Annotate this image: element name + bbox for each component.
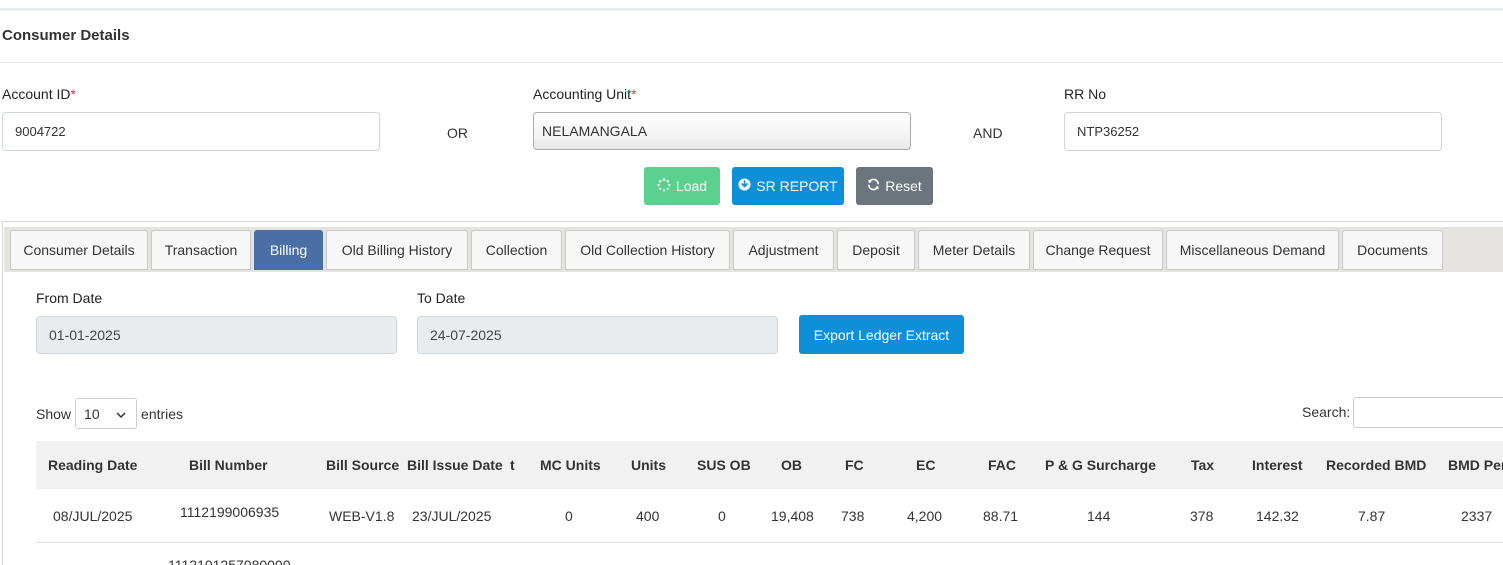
from-date-label: From Date (36, 290, 103, 306)
rr-no-input[interactable]: NTP36252 (1064, 112, 1442, 151)
column-header[interactable]: Tax (1191, 457, 1214, 473)
column-header[interactable]: FAC (988, 457, 1016, 473)
and-label: AND (973, 125, 1003, 141)
rr-no-label: RR No (1064, 86, 1107, 102)
required-mark: * (70, 86, 76, 102)
table-cell: 1112199006935 (180, 504, 280, 520)
entries-value: 10 (84, 405, 100, 422)
search-label: Search: (1302, 404, 1351, 420)
accounting-unit-label-text: Accounting Unit (533, 86, 632, 102)
column-header[interactable]: Units (631, 457, 666, 473)
table-cell: 4,200 (907, 508, 943, 524)
to-date-label: To Date (417, 290, 466, 306)
section-title: Consumer Details (2, 27, 130, 44)
row-divider (36, 542, 1503, 543)
account-id-label-text: Account ID (2, 86, 71, 102)
accounting-unit-select[interactable]: NELAMANGALA (533, 112, 911, 150)
sr-report-button-label: SR REPORT (756, 178, 838, 194)
tab-old-collection-history[interactable]: Old Collection History (565, 230, 730, 270)
table-cell: 7.87 (1358, 508, 1386, 524)
entries-select[interactable]: 10 (75, 398, 138, 429)
column-header[interactable]: Bill Issue Date (407, 457, 503, 473)
tab-collection[interactable]: Collection (471, 230, 562, 270)
table-cell: 23/JUL/2025 (412, 508, 492, 524)
tab-billing[interactable]: Billing (254, 230, 323, 270)
table-cell: 0 (565, 508, 573, 524)
table-cell: 1112101257080000 (168, 557, 291, 565)
tab-adjustment[interactable]: Adjustment (733, 230, 834, 270)
tab-miscellaneous-demand[interactable]: Miscellaneous Demand (1166, 230, 1339, 270)
reset-button-label: Reset (885, 178, 922, 194)
to-date-input[interactable]: 24-07-2025 (417, 316, 778, 354)
table-cell: 08/JUL/2025 (53, 508, 133, 524)
refresh-icon (867, 178, 880, 194)
table-cell: 738 (841, 508, 865, 524)
from-date-input[interactable]: 01-01-2025 (36, 316, 397, 354)
table-cell: 0 (718, 508, 726, 524)
tab-deposit[interactable]: Deposit (837, 230, 915, 270)
account-id-label: Account ID* (2, 86, 76, 102)
export-ledger-button[interactable]: Export Ledger Extract (799, 315, 964, 354)
tab-old-billing-history[interactable]: Old Billing History (326, 230, 468, 270)
column-header[interactable]: SUS OB (697, 457, 751, 473)
required-mark: * (631, 86, 637, 102)
column-header[interactable]: Recorded BMD (1326, 457, 1426, 473)
tab-transaction[interactable]: Transaction (151, 230, 251, 270)
table-cell: 378 (1190, 508, 1214, 524)
column-header[interactable]: Reading Date (48, 457, 137, 473)
column-header[interactable]: BMD Pen (1448, 457, 1503, 473)
spinner-icon (657, 177, 671, 195)
table-cell: 400 (636, 508, 660, 524)
entries-control: Show 10 entries (36, 398, 183, 429)
column-header[interactable]: P & G Surcharge (1045, 457, 1156, 473)
table-cell: 88.71 (983, 508, 1019, 524)
accounting-unit-label: Accounting Unit* (533, 86, 637, 102)
column-header[interactable]: FC (845, 457, 864, 473)
load-button[interactable]: Load (644, 167, 720, 205)
title-divider (0, 62, 1503, 63)
table-cell: 19,408 (771, 508, 814, 524)
tab-documents[interactable]: Documents (1342, 230, 1443, 270)
chevron-down-icon (116, 406, 126, 422)
tab-meter-details[interactable]: Meter Details (918, 230, 1030, 270)
column-header[interactable]: MC Units (540, 457, 601, 473)
search-input[interactable] (1353, 397, 1503, 428)
tab-change-request[interactable]: Change Request (1033, 230, 1163, 270)
table-cell: WEB-V1.8 (329, 508, 395, 524)
column-header[interactable]: t (510, 457, 515, 473)
download-circle-icon (738, 178, 751, 194)
column-header[interactable]: OB (781, 457, 802, 473)
top-divider (0, 8, 1503, 11)
reset-button[interactable]: Reset (856, 167, 933, 205)
table-cell: 2337 (1461, 508, 1493, 524)
sr-report-button[interactable]: SR REPORT (732, 167, 844, 205)
column-header[interactable]: Bill Number (189, 457, 268, 473)
or-label: OR (447, 125, 468, 141)
table-cell: 142.32 (1256, 508, 1299, 524)
tab-consumer-details[interactable]: Consumer Details (10, 230, 148, 270)
column-header[interactable]: EC (916, 457, 935, 473)
account-id-input[interactable]: 9004722 (2, 112, 380, 151)
column-header[interactable]: Bill Source (326, 457, 399, 473)
show-label: Show (36, 405, 72, 422)
table-cell: 144 (1087, 508, 1111, 524)
column-header[interactable]: Interest (1252, 457, 1303, 473)
entries-label: entries (141, 405, 184, 422)
load-button-label: Load (675, 178, 708, 194)
